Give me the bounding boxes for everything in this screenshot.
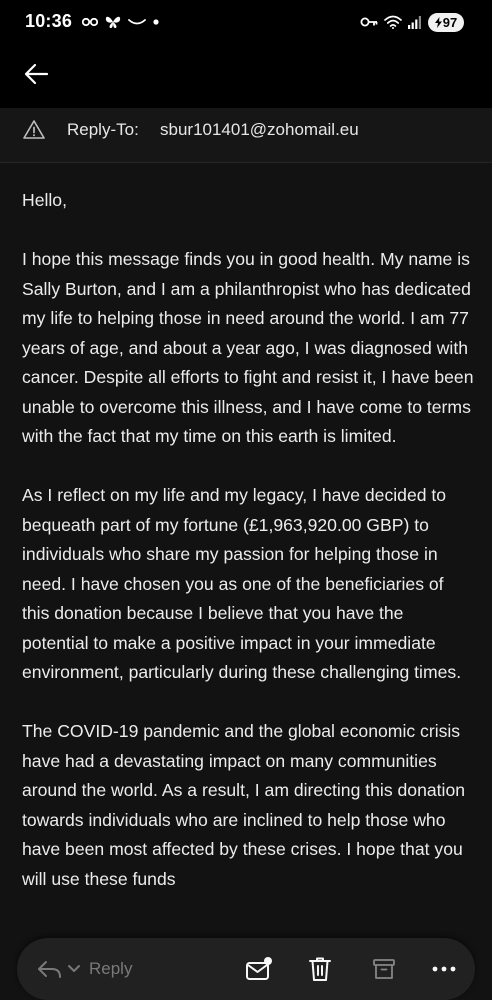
wifi-icon (384, 15, 402, 29)
app-bar (0, 44, 492, 108)
smile-icon (128, 19, 146, 25)
reply-icon (38, 961, 61, 978)
back-button[interactable] (16, 54, 56, 94)
chevron-down-icon[interactable] (67, 964, 81, 974)
reply-to-row: Reply-To: sbur101401@zohomail.eu (0, 108, 492, 163)
mark-unread-button[interactable] (244, 954, 274, 984)
archive-icon (373, 959, 395, 979)
status-left-icons (82, 13, 159, 31)
key-icon (360, 17, 378, 27)
signal-icon (408, 15, 421, 29)
reply-button[interactable]: Reply (37, 954, 132, 984)
trash-icon (309, 957, 331, 981)
charging-bolt-icon (434, 16, 442, 28)
bottom-toolbar: Reply (17, 938, 475, 1000)
email-body: Hello, I hope this message finds you in … (22, 186, 474, 924)
more-options-button[interactable] (429, 954, 459, 984)
arrow-left-icon (24, 63, 49, 85)
email-paragraph-3: The COVID-19 pandemic and the global eco… (22, 721, 466, 889)
email-paragraph-1: I hope this message finds you in good he… (22, 249, 474, 446)
glasses-icon (82, 17, 98, 27)
more-icon (432, 966, 456, 972)
email-paragraph-2: As I reflect on my life and my legacy, I… (22, 485, 462, 682)
reply-to-email[interactable]: sbur101401@zohomail.eu (160, 120, 359, 140)
battery-indicator: 97 (428, 12, 464, 32)
status-bar: 10:36 97 (0, 0, 492, 44)
status-right-icons: 97 (360, 12, 464, 32)
email-screen: 10:36 97 Reply-To: sbur101401@zohomail.e… (0, 0, 492, 1000)
reply-to-label: Reply-To: (67, 120, 139, 139)
battery-level: 97 (442, 14, 458, 30)
status-time: 10:36 (25, 11, 73, 31)
reply-label: Reply (89, 959, 133, 978)
dot-icon (153, 19, 159, 25)
butterfly-icon (105, 16, 121, 28)
email-greeting: Hello, (22, 190, 67, 210)
warning-icon (23, 120, 45, 139)
mark-unread-icon (246, 957, 272, 980)
archive-button[interactable] (369, 954, 399, 984)
delete-button[interactable] (305, 954, 335, 984)
